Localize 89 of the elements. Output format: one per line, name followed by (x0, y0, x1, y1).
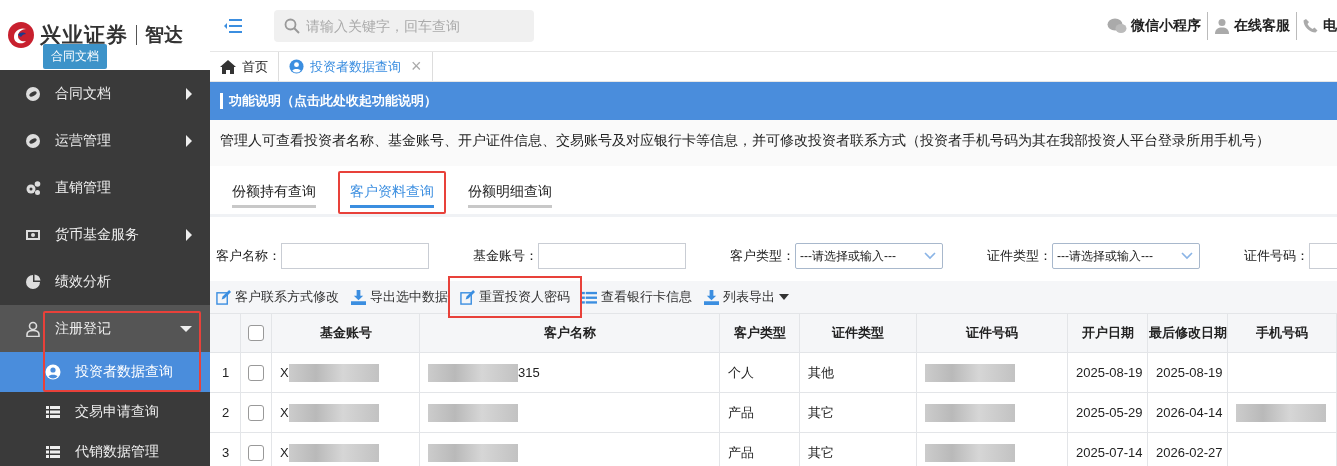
toolbar-button[interactable]: 客户联系方式修改 (216, 288, 339, 306)
gears-icon (25, 179, 41, 196)
caret-icon (779, 294, 789, 300)
query-tab[interactable]: 客户资料查询 (338, 170, 446, 214)
column-header[interactable]: 基金账号 (319, 324, 372, 342)
table-cell: 315 (518, 365, 540, 380)
header-link[interactable]: 在线客服 (1214, 16, 1290, 35)
sidebar-item[interactable]: 注册登记 (0, 305, 210, 352)
checkbox[interactable] (248, 404, 264, 421)
table-cell: 2026-02-27 (1156, 445, 1223, 460)
sidebar-item[interactable]: 绩效分析 (0, 258, 210, 305)
sidebar-subitem[interactable]: 代销数据管理 (0, 432, 210, 466)
sidebar-item[interactable]: 货币基金服务 (0, 211, 210, 258)
toolbar-button[interactable]: 查看银行卡信息 (582, 288, 692, 306)
select-field[interactable]: ---请选择或输入--- (795, 243, 943, 269)
table-cell: X (280, 405, 289, 420)
table-cell: 产品 (728, 443, 754, 462)
user-icon (25, 320, 41, 337)
table-cell: X (280, 365, 289, 380)
filter-label: 客户名称： (216, 247, 281, 265)
user-icon (289, 59, 304, 74)
toolbar-button[interactable]: 导出选中数据 (351, 288, 448, 306)
input-field[interactable] (538, 243, 686, 269)
phone-icon (1303, 17, 1319, 34)
column-header[interactable]: 客户名称 (543, 324, 596, 342)
column-header[interactable]: 证件号码 (966, 324, 1018, 342)
column-header[interactable]: 证件类型 (832, 324, 884, 342)
menu-icon[interactable] (224, 18, 242, 33)
toolbar-button[interactable]: 列表导出 (704, 288, 789, 306)
page-tab[interactable]: 首页 (210, 52, 279, 81)
query-tab[interactable]: 份额明细查询 (456, 170, 564, 214)
row-number: 2 (222, 405, 230, 420)
filter-label: 证件号码： (1244, 247, 1309, 265)
filter-label: 基金账号： (473, 247, 538, 265)
home-icon (220, 59, 236, 74)
page-tab[interactable]: 投资者数据查询 × (279, 52, 433, 81)
filter-label: 证件类型： (987, 247, 1052, 265)
input-field[interactable] (281, 243, 429, 269)
table-cell: X (280, 445, 289, 460)
row-number: 1 (222, 365, 230, 380)
search-icon (284, 17, 300, 34)
table-cell: 2025-08-19 (1076, 365, 1143, 380)
disc-icon (25, 85, 41, 102)
user-icon (45, 364, 61, 380)
table-cell: 2025-08-19 (1156, 365, 1223, 380)
table-cell: 2026-04-14 (1156, 405, 1223, 420)
table-cell: 2025-07-14 (1076, 445, 1143, 460)
header-link[interactable]: 电 (1303, 16, 1337, 35)
logo-icon (6, 20, 36, 50)
checkbox[interactable] (248, 325, 264, 341)
filter-label: 客户类型： (730, 247, 795, 265)
checkbox[interactable] (248, 364, 264, 381)
column-header[interactable]: 开户日期 (1081, 324, 1134, 342)
person-icon (1214, 17, 1230, 34)
toolbar-button[interactable]: 重置投资人密码 (460, 288, 570, 306)
column-header[interactable]: 最后修改日期 (1148, 324, 1227, 342)
pie-icon (25, 273, 41, 290)
table-cell: 其他 (808, 363, 834, 382)
download-icon (704, 289, 719, 305)
search-field[interactable]: 请输入关键字，回车查询 (274, 9, 534, 42)
table-cell: 产品 (728, 403, 754, 422)
table-cell: 2025-05-29 (1076, 405, 1143, 420)
disc-icon (25, 132, 41, 149)
table-cell: 个人 (728, 363, 754, 382)
chevron-icon (1181, 252, 1193, 260)
product-name: 智达 (145, 22, 183, 47)
query-tab[interactable]: 份额持有查询 (220, 170, 328, 214)
chat-icon (1107, 17, 1127, 34)
description-text: 管理人可查看投资者名称、基金账号、开户证件信息、交易账号及对应银行卡等信息，并可修改投资者联系方式（投资者手机号码为其在我部投资人平台登录所用手机号） (210, 120, 1337, 166)
header-link[interactable]: 微信小程序 (1107, 16, 1201, 35)
tooltip: 合同文档 (43, 44, 107, 69)
table-cell: 其它 (808, 443, 834, 462)
download-icon (351, 289, 366, 305)
chevron-icon (924, 252, 936, 260)
list-icon (45, 404, 61, 420)
list-icon (582, 289, 597, 305)
column-header[interactable]: 手机号码 (1256, 324, 1308, 342)
sidebar-item[interactable]: 运营管理 (0, 117, 210, 164)
sidebar-subitem[interactable]: 交易申请查询 (0, 392, 210, 432)
column-header[interactable]: 客户类型 (733, 324, 786, 342)
list-icon (45, 444, 61, 460)
table-cell: 其它 (808, 403, 834, 422)
sidebar-item[interactable]: 直销管理 (0, 164, 210, 211)
row-number: 3 (222, 445, 230, 460)
edit-icon (460, 289, 475, 305)
select-field[interactable]: ---请选择或输入--- (1052, 243, 1200, 269)
checkbox[interactable] (248, 444, 264, 461)
edit-icon (216, 289, 231, 305)
sidebar-item[interactable]: 合同文档 (0, 70, 210, 117)
